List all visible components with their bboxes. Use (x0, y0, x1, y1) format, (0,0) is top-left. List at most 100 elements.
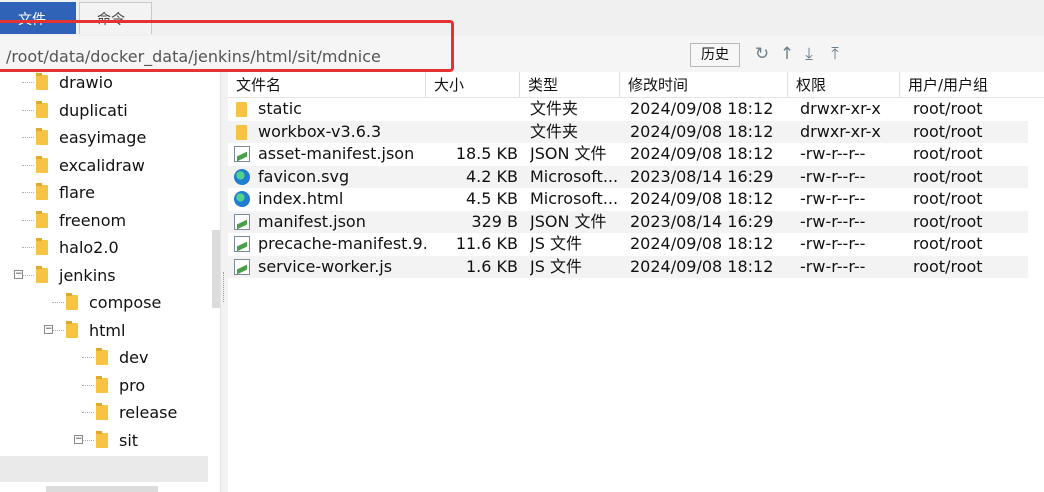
tree-item-label: html (89, 320, 126, 340)
column-header-name[interactable]: 文件名 (228, 72, 426, 98)
cell-perm: -rw-r--r-- (800, 166, 866, 186)
path-input[interactable] (0, 42, 452, 66)
cell-type: JSON 文件 (530, 211, 607, 231)
cell-owner: root/root (913, 234, 983, 253)
column-header-owner[interactable]: 用户/用户组 (900, 72, 1030, 98)
table-row[interactable]: workbox-v3.6.3 文件夹 2024/09/08 18:12 drwxr-x… (228, 120, 1028, 143)
cell-name: service-worker.js (258, 256, 393, 276)
upload-icon[interactable]: ⤒ (826, 44, 844, 64)
tree-item-release[interactable]: release (0, 399, 210, 426)
tree-item-compose[interactable]: compose (0, 289, 210, 316)
tree-horizontal-scrollbar[interactable] (46, 486, 158, 492)
tree-item-duplicati[interactable]: duplicati (0, 97, 210, 124)
path-bar (0, 36, 1044, 72)
tree-item-label: drawio (59, 73, 113, 92)
column-header-size[interactable]: 大小 (426, 72, 520, 98)
folder-icon (236, 124, 247, 140)
tree-item-label: duplicati (59, 100, 128, 120)
cell-type: JS 文件 (530, 234, 582, 253)
tree-item-freenom[interactable]: freenom (0, 207, 210, 234)
folder-icon (36, 155, 48, 173)
cell-size: 18.5 KB (455, 144, 518, 163)
tree-item-drawio[interactable]: drawio (0, 69, 210, 96)
refresh-icon[interactable]: ↻ (753, 44, 771, 64)
cell-perm: -rw-r--r-- (800, 256, 866, 276)
cell-type: Microsoft... (530, 166, 619, 186)
folder-icon (36, 183, 48, 200)
cell-size: 329 B (471, 211, 518, 231)
folder-icon (36, 100, 48, 118)
download-icon[interactable]: ⤓ (800, 44, 818, 64)
table-row[interactable]: favicon.svg 4.2 KB Microsoft... 2023/08/14 … (228, 165, 1028, 188)
tree-item-label: sit (119, 430, 139, 450)
tree-item-label: flare (59, 183, 95, 202)
json-file-icon (234, 213, 250, 230)
tree-item-label: compose (89, 293, 162, 312)
cell-mtime: 2024/09/08 18:12 (630, 234, 774, 253)
tree-item-sit[interactable]: − sit (0, 427, 210, 454)
tree-item-label: dev (119, 348, 149, 367)
tree-item-dev[interactable]: dev (0, 344, 210, 371)
cell-owner: root/root (913, 99, 983, 118)
tree-item-label: easyimage (59, 128, 147, 147)
table-row[interactable]: manifest.json 329 B JSON 文件 2023/08/14 16:2… (228, 210, 1028, 233)
cell-name: asset-manifest.json (258, 144, 415, 163)
cell-type: JSON 文件 (530, 144, 607, 163)
folder-icon (96, 430, 108, 448)
cell-owner: root/root (913, 121, 983, 141)
column-header-type[interactable]: 类型 (520, 72, 620, 98)
cell-name: manifest.json (258, 211, 366, 231)
tab-files[interactable]: 文件 (0, 2, 76, 34)
tree-connector (22, 109, 34, 111)
tab-bar: 文件 命令 (0, 0, 1044, 36)
cell-mtime: 2024/09/08 18:12 (630, 99, 774, 118)
table-row[interactable]: precache-manifest.9... 11.6 KB JS 文件 2024/0… (228, 233, 1028, 255)
cell-name: precache-manifest.9... (258, 234, 426, 253)
collapse-toggle-icon[interactable]: − (74, 434, 83, 444)
cell-perm: drwxr-xr-x (800, 99, 881, 118)
cell-mtime: 2024/09/08 18:12 (630, 256, 774, 276)
cell-owner: root/root (913, 211, 983, 231)
table-row[interactable]: static 文件夹 2024/09/08 18:12 drwxr-xr-x root/… (228, 98, 1028, 120)
directory-tree: drawio duplicati easyimage excalidraw flare f… (0, 72, 220, 492)
cell-perm: -rw-r--r-- (800, 211, 866, 231)
column-header-mtime[interactable]: 修改时间 (620, 72, 788, 98)
file-list: 文件名 大小 类型 修改时间 权限 用户/用户组 static 文件夹 2024/0… (228, 72, 1044, 492)
tree-item-pro[interactable]: pro (0, 372, 210, 399)
tree-connector (22, 164, 34, 166)
tree-connector (52, 329, 64, 331)
tree-vertical-scrollbar[interactable] (212, 230, 220, 308)
tree-item-html[interactable]: − html (0, 317, 210, 344)
table-row[interactable]: service-worker.js 1.6 KB JS 文件 2024/09/08 1… (228, 255, 1028, 278)
panel-splitter[interactable] (220, 72, 228, 492)
cell-owner: root/root (913, 189, 983, 208)
folder-icon (96, 403, 108, 420)
history-button[interactable]: 历史 (690, 43, 740, 67)
folder-icon (236, 102, 247, 117)
tree-connector (22, 192, 34, 193)
cell-perm: -rw-r--r-- (800, 189, 866, 208)
cell-mtime: 2023/08/14 16:29 (630, 166, 774, 186)
tree-item-flare[interactable]: flare (0, 179, 210, 206)
tree-connector (82, 357, 94, 358)
cell-size: 4.2 KB (466, 166, 518, 186)
tab-commands[interactable]: 命令 (79, 2, 152, 34)
cell-type: 文件夹 (530, 121, 579, 141)
folder-icon (66, 320, 78, 338)
up-arrow-icon[interactable]: ↑ (778, 44, 796, 64)
cell-owner: root/root (913, 166, 983, 186)
cell-name: static (258, 99, 302, 118)
collapse-toggle-icon[interactable]: − (44, 324, 53, 334)
folder-icon (66, 293, 78, 310)
collapse-toggle-icon[interactable]: − (14, 269, 23, 279)
js-file-icon (234, 258, 250, 275)
cell-name: workbox-v3.6.3 (258, 121, 382, 141)
table-row[interactable]: asset-manifest.json 18.5 KB JSON 文件 2024/09… (228, 143, 1028, 165)
tree-item-halo2-0[interactable]: halo2.0 (0, 234, 210, 261)
tree-item-excalidraw[interactable]: excalidraw (0, 152, 210, 179)
tree-item-easyimage[interactable]: easyimage (0, 124, 210, 151)
tree-item-jenkins[interactable]: − jenkins (0, 262, 210, 289)
tree-connector (22, 219, 34, 221)
column-header-permissions[interactable]: 权限 (788, 72, 900, 98)
table-row[interactable]: index.html 4.5 KB Microsoft... 2024/09/08 1… (228, 188, 1028, 210)
